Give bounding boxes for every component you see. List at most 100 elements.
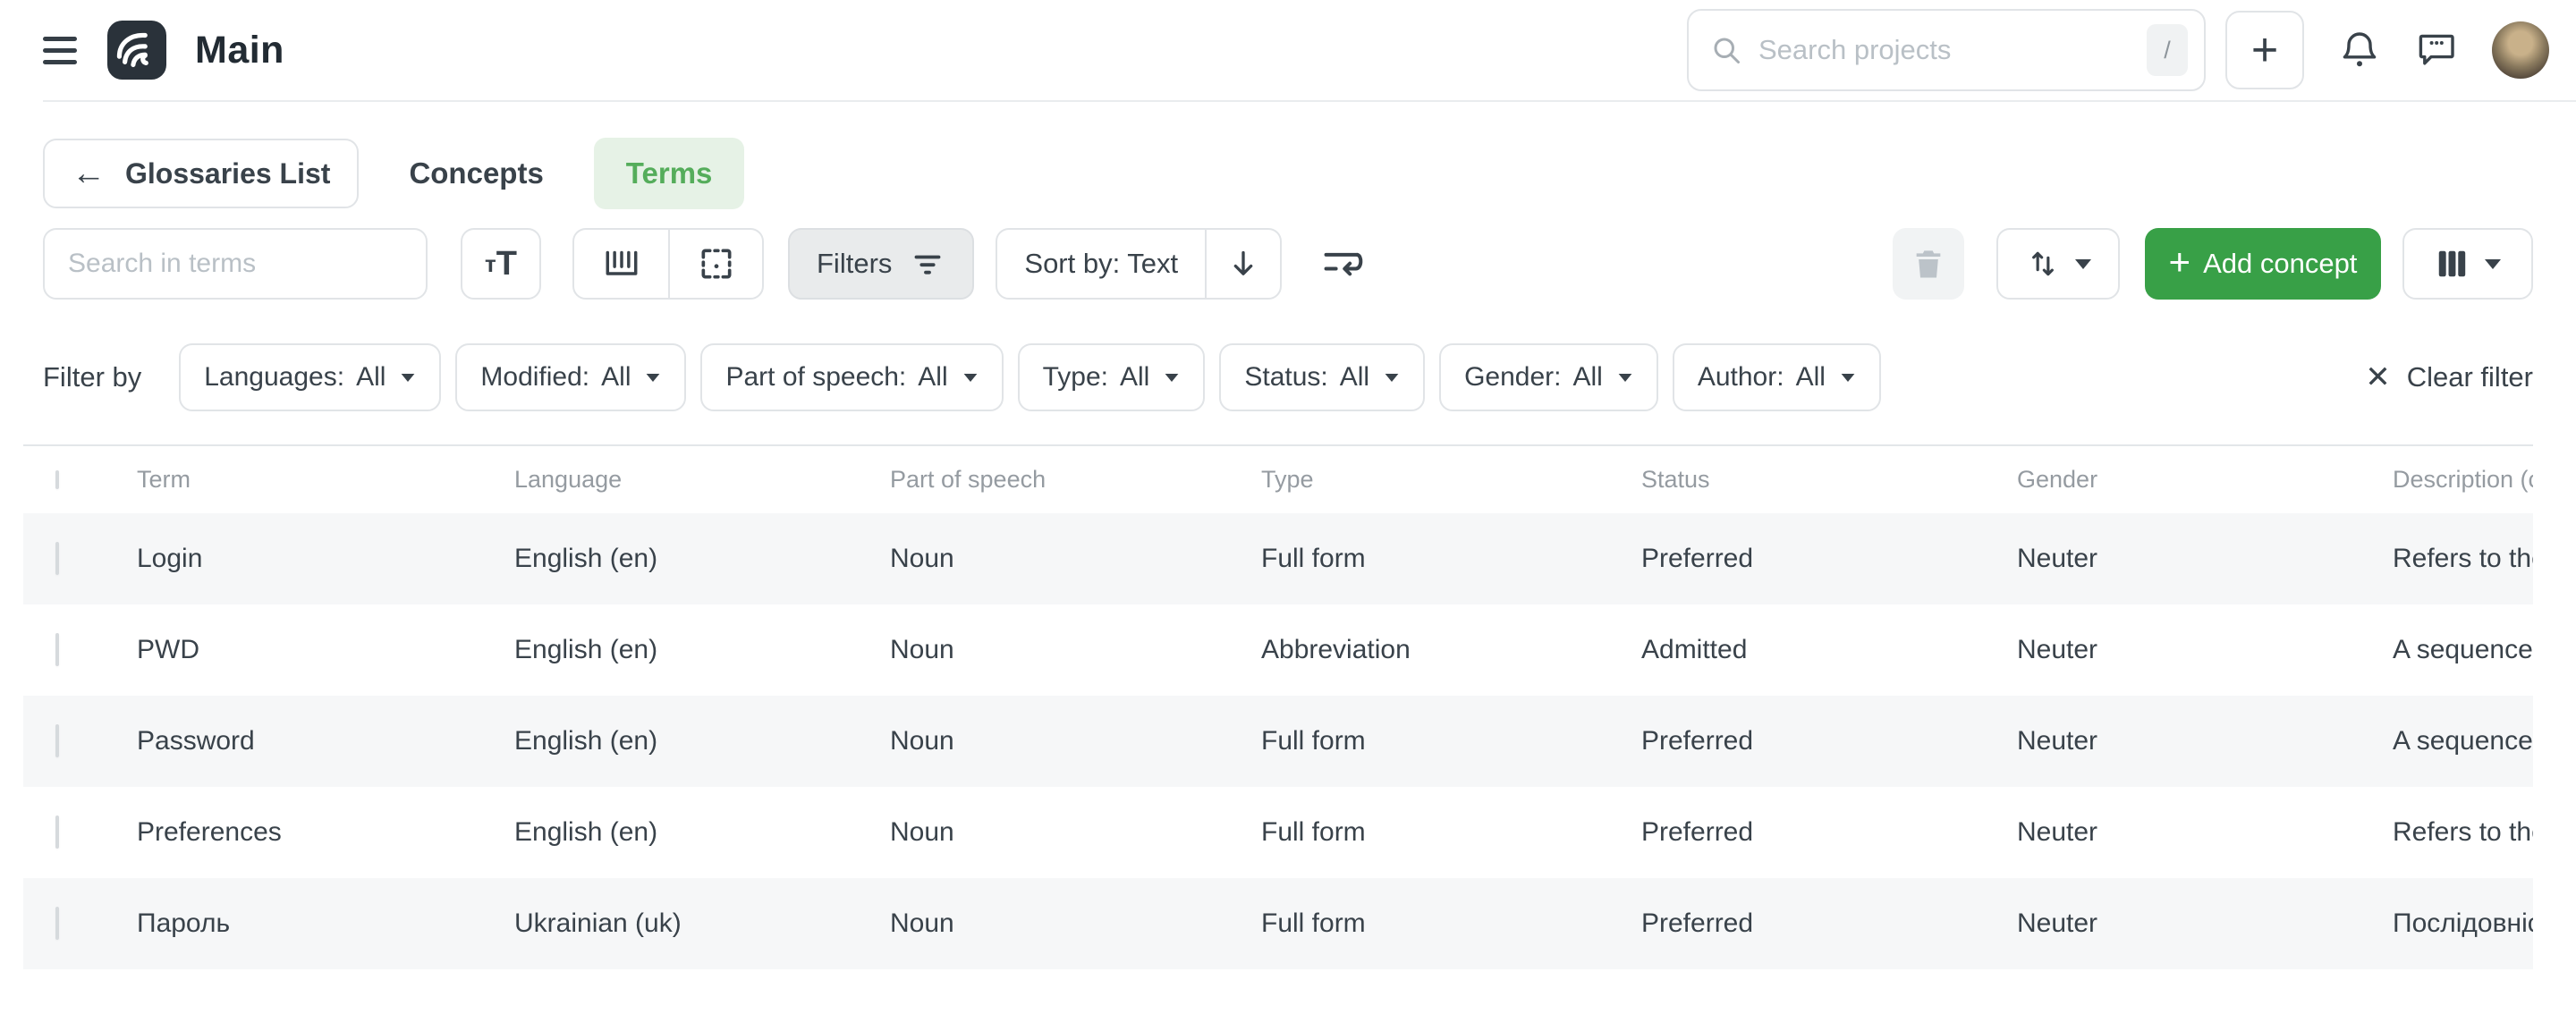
cell-type: Abbreviation: [1261, 635, 1641, 665]
add-concept-button[interactable]: + Add concept: [2145, 228, 2381, 300]
table-header-row: Term Language Part of speech Type Status…: [23, 446, 2533, 513]
column-header-part-of-speech: Part of speech: [890, 466, 1261, 494]
column-header-status: Status: [1641, 466, 2017, 494]
chevron-down-icon: [647, 373, 660, 381]
project-search[interactable]: /: [1687, 9, 2206, 91]
messages-button[interactable]: [2415, 29, 2458, 72]
cell-part-of-speech: Noun: [890, 817, 1261, 848]
match-case-button[interactable]: тT: [461, 228, 541, 300]
user-avatar[interactable]: [2492, 21, 2549, 79]
terms-toolbar: тT Filters Sort by: Text: [0, 227, 2576, 300]
arrows-up-down-icon: [2025, 246, 2061, 282]
columns-settings-button[interactable]: [2402, 228, 2533, 300]
filter-gender[interactable]: Gender: All: [1439, 343, 1658, 411]
header-divider: [43, 100, 2576, 102]
sort-by-label: Sort by: Text: [1024, 248, 1178, 280]
select-all-checkbox[interactable]: [55, 470, 59, 489]
search-mode-group: [572, 228, 764, 300]
chevron-down-icon: [1165, 373, 1179, 381]
add-concept-label: Add concept: [2203, 248, 2357, 280]
barcode-icon: [602, 246, 641, 282]
terms-search[interactable]: [43, 228, 428, 300]
top-bar: Main / +: [0, 0, 2576, 100]
column-header-term: Term: [137, 466, 514, 494]
row-checkbox[interactable]: [55, 815, 59, 849]
tab-concepts[interactable]: Concepts: [409, 138, 543, 209]
crowdin-logo-icon[interactable]: [107, 21, 166, 80]
exact-match-button[interactable]: [668, 230, 762, 298]
chevron-down-icon: [1842, 373, 1855, 381]
glossary-nav: ← Glossaries List Concepts Terms: [0, 138, 2576, 209]
filter-author[interactable]: Author: All: [1673, 343, 1881, 411]
chevron-down-icon: [402, 373, 415, 381]
cell-term: Login: [137, 544, 514, 574]
back-arrow-icon: ←: [72, 156, 106, 190]
columns-icon: [2435, 247, 2469, 281]
column-header-language: Language: [514, 466, 890, 494]
match-case-icon: т: [485, 250, 496, 278]
filter-part-of-speech[interactable]: Part of speech: All: [700, 343, 1003, 411]
table-row[interactable]: Login English (en) Noun Full form Prefer…: [23, 513, 2533, 604]
search-icon: [1710, 34, 1742, 66]
row-checkbox[interactable]: [55, 542, 59, 575]
cell-status: Preferred: [1641, 908, 2017, 939]
cell-type: Full form: [1261, 544, 1641, 574]
cell-description: Refers to the: [2393, 544, 2533, 574]
table-row[interactable]: Пароль Ukrainian (uk) Noun Full form Pre…: [23, 878, 2533, 969]
cell-term: Password: [137, 726, 514, 756]
cell-part-of-speech: Noun: [890, 908, 1261, 939]
cell-part-of-speech: Noun: [890, 635, 1261, 665]
sort-by-button[interactable]: Sort by: Text: [997, 230, 1205, 298]
terms-search-input[interactable]: [68, 249, 402, 279]
cell-type: Full form: [1261, 908, 1641, 939]
delete-button[interactable]: [1893, 228, 1964, 300]
project-search-input[interactable]: [1758, 34, 2147, 66]
cell-language: English (en): [514, 635, 890, 665]
wrap-text-icon: [1320, 244, 1363, 283]
cell-description: A sequence o: [2393, 726, 2533, 756]
clear-filter-button[interactable]: ✕ Clear filter: [2365, 361, 2533, 393]
arrow-down-icon: [1225, 246, 1261, 282]
tab-terms[interactable]: Terms: [594, 138, 745, 209]
table-row[interactable]: PWD English (en) Noun Abbreviation Admit…: [23, 604, 2533, 696]
cell-type: Full form: [1261, 726, 1641, 756]
row-checkbox[interactable]: [55, 633, 59, 666]
cell-description: Послідовніст: [2393, 908, 2533, 939]
filter-modified[interactable]: Modified: All: [455, 343, 686, 411]
shortcut-slash-badge: /: [2147, 24, 2188, 76]
cell-language: Ukrainian (uk): [514, 908, 890, 939]
terms-table: Term Language Part of speech Type Status…: [23, 444, 2533, 969]
filters-button[interactable]: Filters: [788, 228, 974, 300]
row-checkbox[interactable]: [55, 724, 59, 757]
wrap-text-button[interactable]: [1314, 230, 1369, 298]
whole-phrase-button[interactable]: [574, 230, 668, 298]
hamburger-menu-icon[interactable]: [43, 37, 77, 64]
notifications-button[interactable]: [2338, 29, 2381, 72]
cell-language: English (en): [514, 726, 890, 756]
sort-direction-button[interactable]: [1205, 230, 1280, 298]
table-row[interactable]: Preferences English (en) Noun Full form …: [23, 787, 2533, 878]
filter-languages[interactable]: Languages: All: [179, 343, 441, 411]
column-header-description: Description (c: [2393, 466, 2533, 494]
sort-group: Sort by: Text: [996, 228, 1282, 300]
cell-gender: Neuter: [2017, 726, 2393, 756]
filter-by-label: Filter by: [43, 361, 141, 393]
cell-description: A sequence o: [2393, 635, 2533, 665]
column-header-gender: Gender: [2017, 466, 2393, 494]
filter-type[interactable]: Type: All: [1018, 343, 1206, 411]
row-checkbox[interactable]: [55, 907, 59, 940]
table-row[interactable]: Password English (en) Noun Full form Pre…: [23, 696, 2533, 787]
back-to-glossaries-button[interactable]: ← Glossaries List: [43, 139, 359, 208]
cell-gender: Neuter: [2017, 908, 2393, 939]
clear-filter-label: Clear filter: [2407, 361, 2533, 393]
import-export-button[interactable]: [1996, 228, 2120, 300]
cell-status: Preferred: [1641, 817, 2017, 848]
trash-icon: [1911, 246, 1946, 282]
cell-type: Full form: [1261, 817, 1641, 848]
filter-lines-icon: [910, 246, 945, 282]
cell-status: Preferred: [1641, 726, 2017, 756]
create-project-button[interactable]: +: [2225, 11, 2304, 89]
plus-icon: +: [2251, 23, 2278, 77]
filter-status[interactable]: Status: All: [1219, 343, 1425, 411]
cell-part-of-speech: Noun: [890, 726, 1261, 756]
